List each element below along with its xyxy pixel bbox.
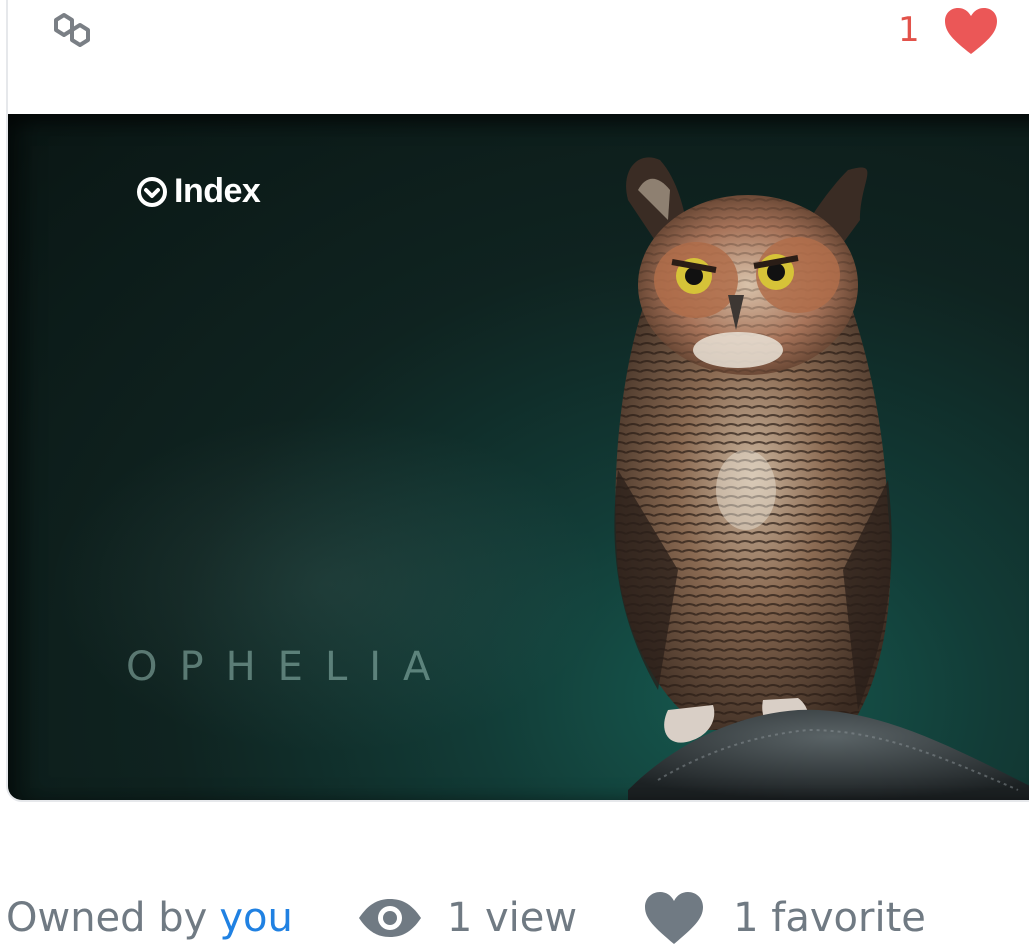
owner-link[interactable]: you	[219, 895, 293, 941]
heart-icon	[645, 892, 704, 944]
views-stat: 1 view	[357, 895, 577, 941]
favorite-count-label: 1 favorite	[733, 895, 926, 941]
card-header: 1	[8, 2, 1029, 94]
view-count: 1 view	[446, 895, 578, 941]
polygon-icon[interactable]	[48, 10, 96, 50]
favorites-stat: 1 favorite	[643, 890, 926, 946]
stats-bar: Owned by you 1 view 1 favorite	[6, 888, 926, 948]
owned-by-label: Owned by	[6, 895, 208, 941]
eye-icon	[358, 899, 421, 937]
heart-icon[interactable]	[943, 6, 999, 56]
nft-image[interactable]: Index OPHELIA	[8, 114, 1029, 800]
owner-info: Owned by you	[6, 895, 293, 941]
favorite-count: 1	[898, 10, 920, 50]
nft-card: 1 Index OPHELIA	[6, 0, 1029, 802]
media-shadow	[8, 114, 1029, 800]
